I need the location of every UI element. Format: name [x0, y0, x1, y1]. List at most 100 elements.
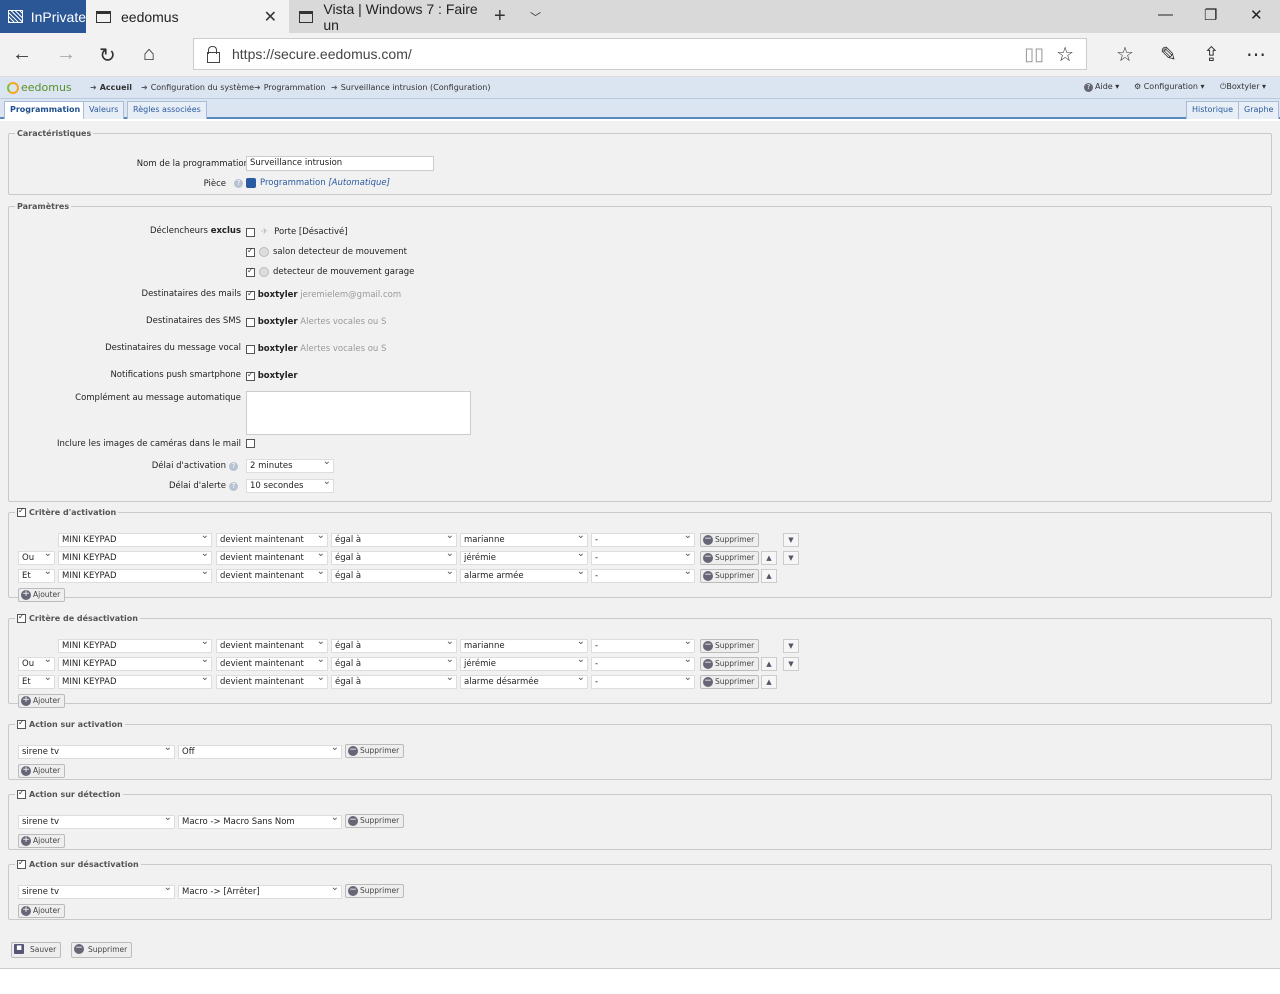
tab-regles[interactable]: Règles associées — [127, 101, 207, 119]
delete-button[interactable]: − Supprimer — [345, 884, 405, 898]
more-icon[interactable]: ⋯ — [1246, 42, 1266, 67]
piece-value[interactable]: ? Programmation [Automatique] — [231, 178, 390, 188]
add-button[interactable]: + Ajouter — [18, 904, 66, 918]
name-input[interactable]: Surveillance intrusion — [246, 156, 434, 171]
pen-icon[interactable]: ✎ — [1160, 42, 1177, 67]
verb-select[interactable]: devient maintenant — [216, 569, 328, 583]
value-select[interactable]: jérémie — [460, 657, 588, 671]
trigger-row[interactable]: ✈ Porte [Désactivé] — [246, 227, 348, 237]
cmp-select[interactable]: égal à — [331, 657, 457, 671]
legend-checkbox[interactable] — [17, 718, 26, 729]
sms-checkbox[interactable] — [246, 317, 255, 327]
legend-checkbox[interactable] — [17, 858, 26, 869]
breadcrumb-home[interactable]: ➜ Accueil — [90, 83, 132, 92]
action-device-select[interactable]: sirene tv — [18, 815, 175, 829]
tab-graphe[interactable]: Graphe — [1238, 101, 1280, 119]
tab-programmation[interactable]: Programmation — [4, 101, 87, 119]
legend-checkbox[interactable] — [17, 612, 26, 623]
close-window-icon[interactable]: ✕ — [1250, 6, 1263, 24]
extra-select[interactable]: - — [591, 533, 695, 547]
tab-list-chevron-icon[interactable]: ﹀ — [530, 0, 541, 33]
delete-button[interactable]: − Supprimer — [700, 551, 760, 565]
push-checkbox[interactable] — [246, 370, 255, 381]
cmp-select[interactable]: égal à — [331, 675, 457, 689]
restore-icon[interactable]: ❐ — [1204, 6, 1217, 24]
verb-select[interactable]: devient maintenant — [216, 639, 328, 653]
tab-eedomus[interactable]: eedomus ✕ — [86, 0, 289, 33]
save-button[interactable]: ▪ Sauver — [11, 942, 62, 958]
action-value-select[interactable]: Macro -> [Arrêter] — [178, 885, 342, 899]
close-tab-icon[interactable]: ✕ — [264, 7, 277, 27]
action-device-select[interactable]: sirene tv — [18, 885, 175, 899]
sms-recipient[interactable]: boxtyler Alertes vocales ou S — [246, 317, 386, 327]
extra-select[interactable]: - — [591, 569, 695, 583]
move-up-icon[interactable]: ▲ — [761, 551, 777, 565]
new-tab-icon[interactable]: + — [494, 0, 506, 33]
verb-select[interactable]: devient maintenant — [216, 657, 328, 671]
trigger-checkbox-0[interactable] — [246, 227, 255, 237]
verb-select[interactable]: devient maintenant — [216, 533, 328, 547]
move-down-icon[interactable]: ▼ — [783, 657, 799, 671]
delete-button[interactable]: − Supprimer — [700, 675, 760, 689]
operator-select[interactable]: Ou — [18, 551, 55, 565]
breadcrumb-config[interactable]: ➜ Configuration du système — [141, 83, 254, 92]
value-select[interactable]: jérémie — [460, 551, 588, 565]
action-value-select[interactable]: Off — [178, 745, 342, 759]
value-select[interactable]: marianne — [460, 533, 588, 547]
move-down-icon[interactable]: ▼ — [783, 639, 799, 653]
extra-select[interactable]: - — [591, 551, 695, 565]
delete-button[interactable]: − Supprimer — [345, 814, 405, 828]
minimize-icon[interactable]: — — [1158, 6, 1173, 23]
add-button[interactable]: + Ajouter — [18, 588, 66, 602]
refresh-icon[interactable]: ↻ — [99, 43, 116, 68]
mail-recipient[interactable]: boxtyler jeremielem@gmail.com — [246, 289, 401, 300]
operator-select[interactable]: Et — [18, 675, 55, 689]
config-menu[interactable]: ⚙ Configuration ▾ — [1134, 82, 1205, 91]
legend-checkbox[interactable] — [17, 788, 26, 799]
extra-select[interactable]: - — [591, 675, 695, 689]
delete-program-button[interactable]: − Supprimer — [71, 942, 133, 958]
add-button[interactable]: + Ajouter — [18, 694, 66, 708]
cmp-select[interactable]: égal à — [331, 639, 457, 653]
trigger-row[interactable]: detecteur de mouvement garage — [246, 266, 414, 277]
legend-checkbox[interactable] — [17, 506, 26, 517]
url-field[interactable]: https://secure.eedomus.com/ ▯▯ ☆ — [193, 38, 1087, 70]
tab-vista[interactable]: Vista | Windows 7 : Faire un — [289, 0, 489, 33]
voice-recipient[interactable]: boxtyler Alertes vocales ou S — [246, 344, 386, 354]
forward-icon[interactable]: → — [56, 43, 76, 66]
share-icon[interactable]: ⇪ — [1203, 42, 1220, 67]
user-menu[interactable]: ⏻Boxtyler ▾ — [1220, 82, 1266, 92]
move-up-icon[interactable]: ▲ — [761, 569, 777, 583]
move-up-icon[interactable]: ▲ — [761, 675, 777, 689]
cmp-select[interactable]: égal à — [331, 533, 457, 547]
value-select[interactable]: marianne — [460, 639, 588, 653]
move-down-icon[interactable]: ▼ — [783, 533, 799, 547]
delete-button[interactable]: − Supprimer — [700, 569, 760, 583]
move-down-icon[interactable]: ▼ — [783, 551, 799, 565]
help-menu[interactable]: ? Aide ▾ — [1084, 82, 1119, 92]
device-select[interactable]: MINI KEYPAD — [58, 639, 212, 653]
favorite-star-icon[interactable]: ☆ — [1056, 42, 1074, 67]
tab-historique[interactable]: Historique — [1186, 101, 1240, 119]
cmp-select[interactable]: égal à — [331, 551, 457, 565]
back-icon[interactable]: ← — [12, 43, 32, 66]
delete-button[interactable]: − Supprimer — [700, 533, 760, 547]
activation-delay-select[interactable]: 2 minutes — [246, 459, 334, 473]
trigger-row[interactable]: salon detecteur de mouvement — [246, 246, 407, 257]
device-select[interactable]: MINI KEYPAD — [58, 675, 212, 689]
action-value-select[interactable]: Macro -> Macro Sans Nom — [178, 815, 342, 829]
add-button[interactable]: + Ajouter — [18, 834, 66, 848]
delete-button[interactable]: − Supprimer — [700, 657, 760, 671]
device-select[interactable]: MINI KEYPAD — [58, 533, 212, 547]
extra-select[interactable]: - — [591, 657, 695, 671]
operator-select[interactable]: Et — [18, 569, 55, 583]
mail-checkbox[interactable] — [246, 289, 255, 300]
trigger-checkbox-1[interactable] — [246, 246, 255, 257]
trigger-checkbox-2[interactable] — [246, 266, 255, 277]
verb-select[interactable]: devient maintenant — [216, 675, 328, 689]
push-recipient[interactable]: boxtyler — [246, 370, 298, 381]
cmp-select[interactable]: égal à — [331, 569, 457, 583]
alert-delay-select[interactable]: 10 secondes — [246, 479, 334, 493]
tab-valeurs[interactable]: Valeurs — [83, 101, 125, 119]
verb-select[interactable]: devient maintenant — [216, 551, 328, 565]
